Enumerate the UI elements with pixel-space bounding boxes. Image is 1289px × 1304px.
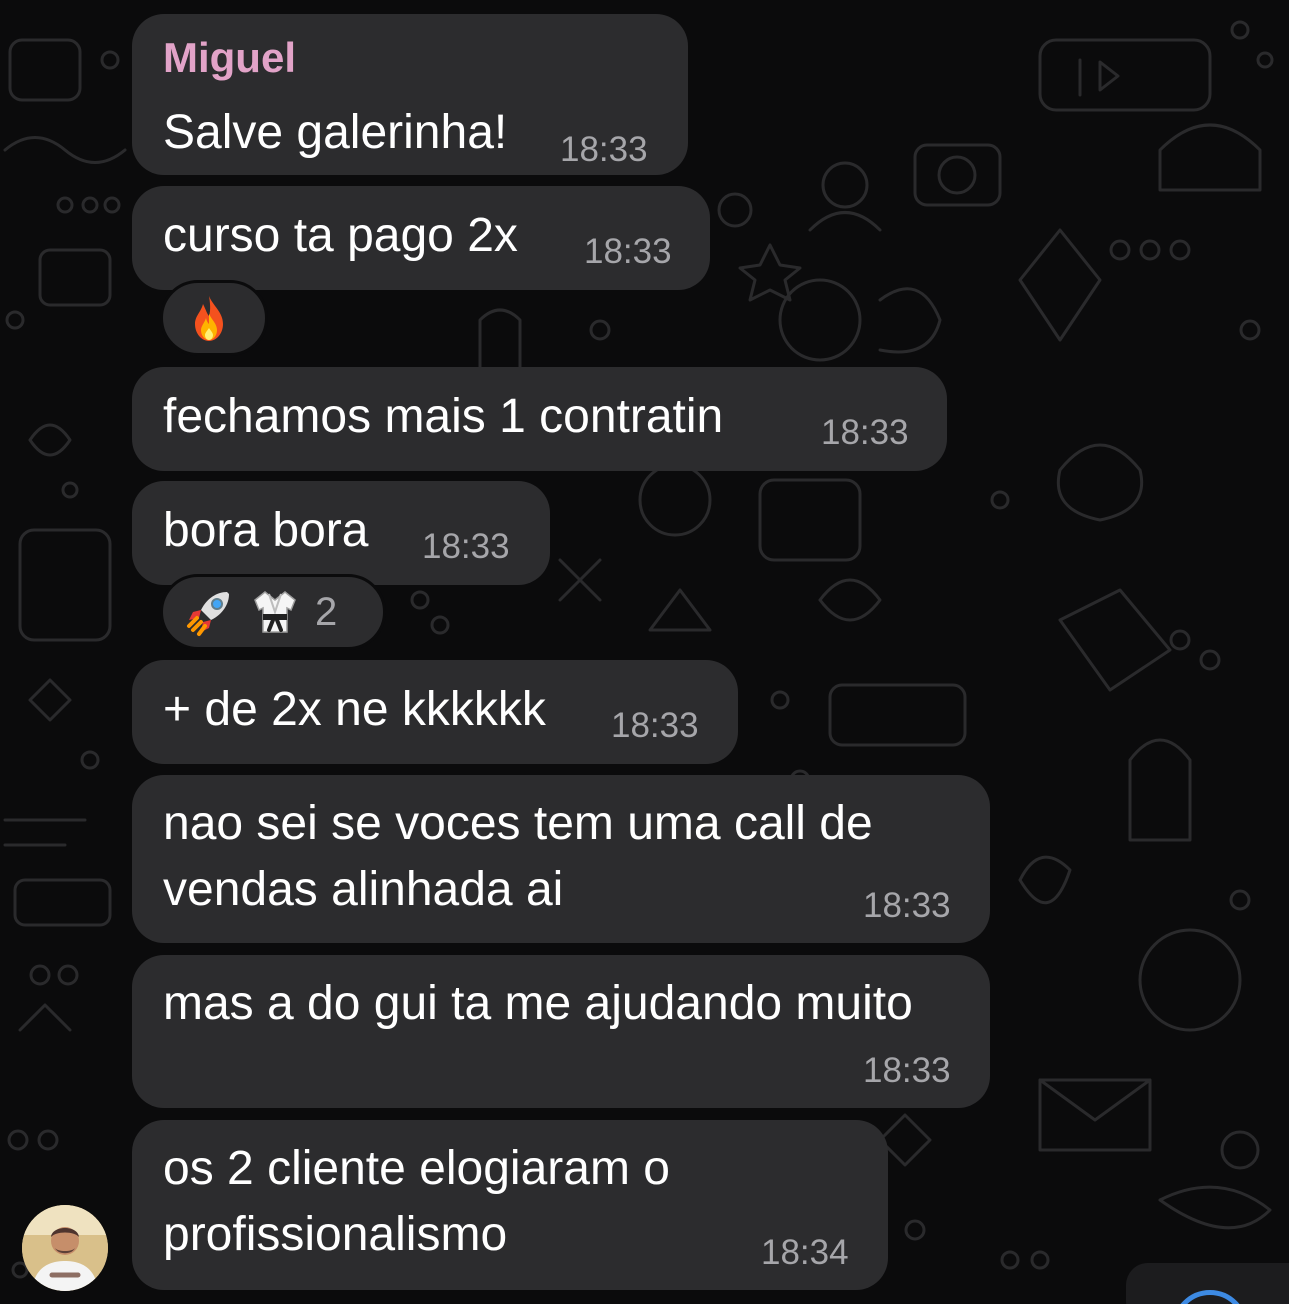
message-bubble[interactable]: nao sei se voces tem uma call de vendas … <box>132 775 990 943</box>
message-text: Salve galerinha! <box>163 106 508 159</box>
message-text: fechamos mais 1 contratin <box>163 390 724 443</box>
user-avatar-photo <box>22 1205 108 1291</box>
message-reaction[interactable] <box>160 280 268 356</box>
message-time: 18:33 <box>560 130 648 169</box>
message-time: 18:33 <box>863 1051 951 1090</box>
message-reaction[interactable]: 2 <box>160 574 386 650</box>
message-text: nao sei se voces tem uma call de <box>163 797 873 850</box>
sender-avatar[interactable] <box>22 1205 108 1291</box>
message-bubble[interactable]: curso ta pago 2x 18:33 <box>132 186 710 290</box>
message-time: 18:33 <box>821 413 909 452</box>
message-time: 18:34 <box>761 1233 849 1272</box>
message-time: 18:33 <box>584 232 672 271</box>
message-bubble[interactable]: mas a do gui ta me ajudando muito 18:33 <box>132 955 990 1108</box>
message-text: mas a do gui ta me ajudando muito <box>163 977 913 1030</box>
message-time: 18:33 <box>863 886 951 925</box>
fire-icon <box>195 296 223 341</box>
message-bubble[interactable]: bora bora 18:33 <box>132 481 550 585</box>
message-text-line-2: vendas alinhada ai <box>163 863 564 916</box>
message-bubble[interactable]: fechamos mais 1 contratin 18:33 <box>132 367 947 471</box>
message-time: 18:33 <box>422 527 510 566</box>
message-text: bora bora <box>163 504 369 557</box>
message-bubble[interactable]: os 2 cliente elogiaram o profissionalism… <box>132 1120 888 1290</box>
message-text: + de 2x ne kkkkkk <box>163 683 546 736</box>
message-time: 18:33 <box>611 706 699 745</box>
message-bubble[interactable]: + de 2x ne kkkkkk 18:33 <box>132 660 738 764</box>
martial-arts-uniform-icon <box>254 591 296 633</box>
message-text-line-2: profissionalismo <box>163 1208 508 1261</box>
reaction-count: 2 <box>315 589 338 634</box>
message-text: curso ta pago 2x <box>163 209 518 262</box>
message-bubble[interactable]: Miguel Salve galerinha! 18:33 <box>132 14 688 175</box>
chat-view: Miguel Salve galerinha! 18:33 curso ta p… <box>0 0 1289 1304</box>
rocket-icon <box>187 592 229 636</box>
message-text: os 2 cliente elogiaram o <box>163 1142 670 1195</box>
sender-name[interactable]: Miguel <box>163 34 296 82</box>
